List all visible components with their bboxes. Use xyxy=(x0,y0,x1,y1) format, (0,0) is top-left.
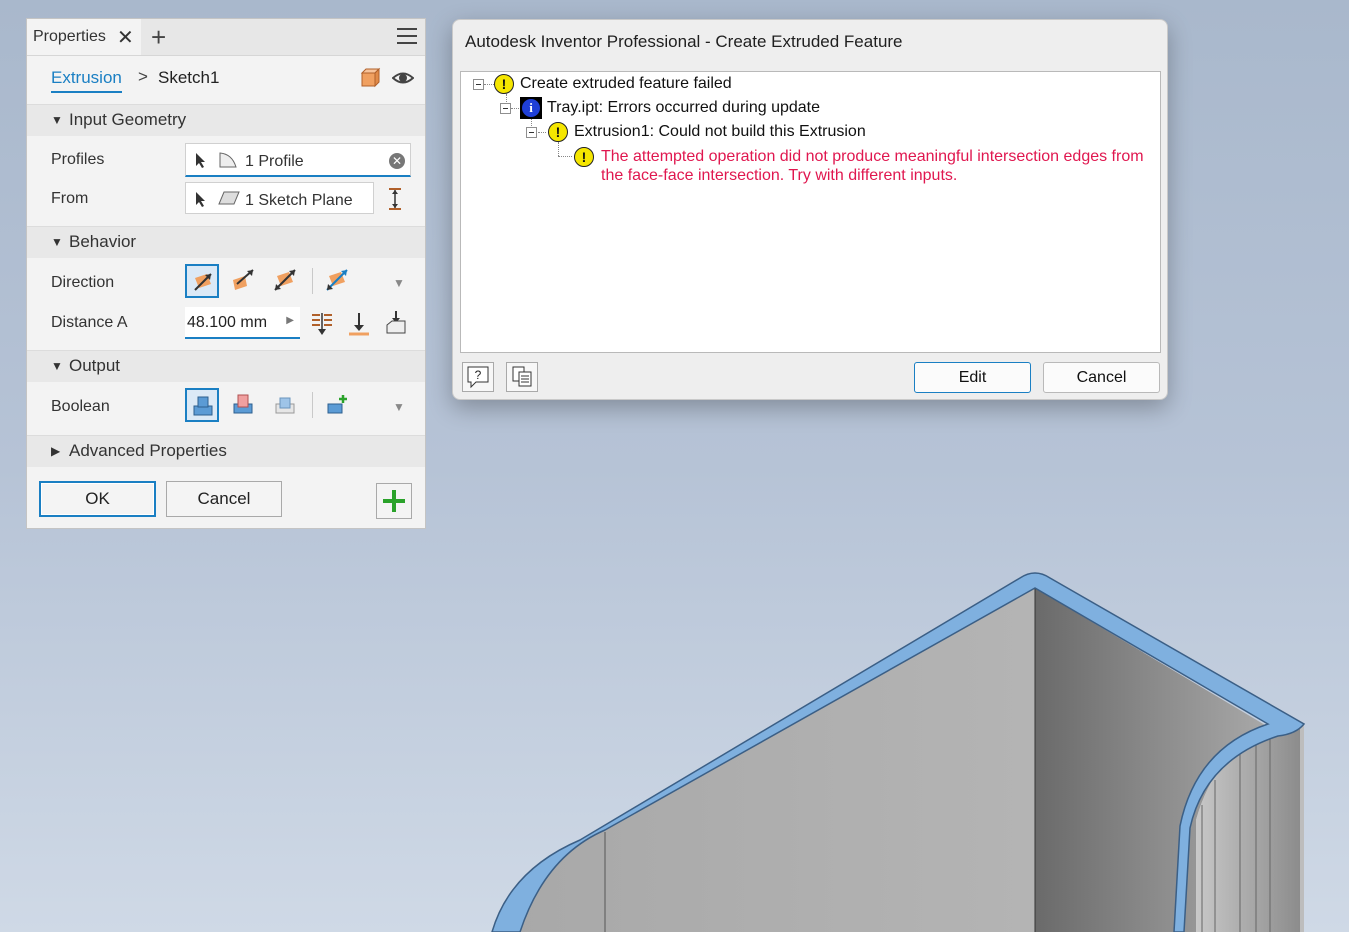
distance-a-input[interactable]: 48.100 mm ▶ xyxy=(185,307,300,339)
direction-default-button[interactable] xyxy=(185,264,219,298)
collapse-toggle-feature[interactable] xyxy=(526,127,537,138)
add-tab-icon[interactable]: + xyxy=(151,22,166,53)
boolean-intersect-button[interactable] xyxy=(269,388,303,422)
profile-icon xyxy=(219,152,237,168)
copy-icon xyxy=(512,366,532,387)
boolean-join-button[interactable] xyxy=(185,388,219,422)
preview-eye-icon[interactable] xyxy=(392,68,414,88)
tree-item-root[interactable]: Create extruded feature failed xyxy=(520,75,732,93)
collapse-toggle-file[interactable] xyxy=(500,103,511,114)
warning-icon: ! xyxy=(548,122,568,142)
from-label: From xyxy=(51,190,89,207)
clear-selection-icon[interactable]: ✕ xyxy=(389,153,405,169)
section-behavior-title: Behavior xyxy=(69,232,137,251)
profiles-selector[interactable]: 1 Profile ✕ xyxy=(185,143,411,177)
breadcrumb-sketch[interactable]: Sketch1 xyxy=(158,68,219,88)
direction-more-dropdown-icon[interactable]: ▼ xyxy=(393,276,405,290)
profiles-label: Profiles xyxy=(51,151,105,168)
distance-a-label: Distance A xyxy=(51,314,128,331)
help-icon: ? xyxy=(467,366,489,389)
toolbar-divider xyxy=(312,392,313,418)
tab-properties[interactable]: Properties ✕ xyxy=(27,19,141,55)
help-button[interactable]: ? xyxy=(462,362,494,392)
direction-flipped-button[interactable] xyxy=(227,264,261,298)
section-input-geometry[interactable]: ▼ Input Geometry xyxy=(27,104,425,136)
boolean-more-dropdown-icon[interactable]: ▼ xyxy=(393,400,405,414)
toolbar-divider xyxy=(312,268,313,294)
to-next-icon[interactable] xyxy=(347,311,371,337)
chevron-down-icon: ▼ xyxy=(51,359,63,373)
collapse-toggle-root[interactable] xyxy=(473,79,484,90)
section-output[interactable]: ▼ Output xyxy=(27,350,425,382)
section-advanced-title: Advanced Properties xyxy=(69,441,227,460)
apply-and-new-button[interactable] xyxy=(376,483,412,519)
hamburger-menu-icon[interactable] xyxy=(397,28,417,46)
error-tree[interactable]: ! Create extruded feature failed i Tray.… xyxy=(460,71,1161,353)
dialog-cancel-button[interactable]: Cancel xyxy=(1043,362,1160,393)
copy-to-clipboard-button[interactable] xyxy=(506,362,538,392)
boolean-new-solid-button[interactable] xyxy=(321,388,355,422)
to-face-icon[interactable] xyxy=(384,309,408,337)
section-input-geometry-title: Input Geometry xyxy=(69,110,187,129)
section-behavior[interactable]: ▼ Behavior xyxy=(27,226,425,258)
boolean-cut-button[interactable] xyxy=(227,388,261,422)
boolean-label: Boolean xyxy=(51,398,110,415)
chevron-down-icon: ▼ xyxy=(51,235,63,249)
profiles-value: 1 Profile xyxy=(245,153,304,170)
direction-symmetric-button[interactable] xyxy=(269,264,303,298)
breadcrumb-separator: > xyxy=(138,67,148,86)
tray-part-model[interactable] xyxy=(491,572,1306,932)
section-advanced-properties[interactable]: ▶ Advanced Properties xyxy=(27,435,425,467)
warning-icon: ! xyxy=(574,147,594,167)
output-solid-icon[interactable] xyxy=(359,67,381,89)
distance-options-arrow-icon[interactable]: ▶ xyxy=(286,315,294,326)
cancel-button[interactable]: Cancel xyxy=(166,481,282,517)
breadcrumb-extrusion-link[interactable]: Extrusion xyxy=(51,68,122,93)
info-icon: i xyxy=(520,97,542,119)
create-extruded-feature-dialog: Autodesk Inventor Professional - Create … xyxy=(452,19,1168,400)
svg-text:?: ? xyxy=(475,368,482,382)
ok-button[interactable]: OK xyxy=(39,481,156,517)
tab-properties-label: Properties xyxy=(33,28,106,45)
select-arrow-icon xyxy=(196,192,205,207)
select-arrow-icon xyxy=(196,153,205,168)
distance-mode-icon[interactable] xyxy=(310,311,334,337)
plus-icon xyxy=(383,490,405,512)
sketch-plane-icon xyxy=(218,191,240,205)
edit-button[interactable]: Edit xyxy=(914,362,1031,393)
from-value: 1 Sketch Plane xyxy=(245,192,353,209)
panel-tab-bar: Properties ✕ + xyxy=(27,19,425,56)
chevron-right-icon: ▶ xyxy=(51,444,61,458)
chevron-down-icon: ▼ xyxy=(51,113,63,127)
tree-item-file[interactable]: Tray.ipt: Errors occurred during update xyxy=(547,99,820,117)
tree-item-feature[interactable]: Extrusion1: Could not build this Extrusi… xyxy=(574,123,866,141)
dialog-title: Autodesk Inventor Professional - Create … xyxy=(465,32,903,51)
distance-a-value: 48.100 mm xyxy=(187,314,268,331)
from-extents-icon[interactable] xyxy=(387,187,403,211)
breadcrumb: Extrusion > Sketch1 xyxy=(27,56,425,100)
tree-item-error-message[interactable]: The attempted operation did not produce … xyxy=(601,147,1161,185)
section-output-title: Output xyxy=(69,356,121,375)
warning-icon: ! xyxy=(494,74,514,94)
from-selector[interactable]: 1 Sketch Plane xyxy=(185,182,374,214)
direction-label: Direction xyxy=(51,274,115,291)
close-icon[interactable]: ✕ xyxy=(117,25,134,50)
properties-panel: Properties ✕ + Extrusion > Sketch1 ▼ Inp… xyxy=(26,18,426,529)
direction-asymmetric-button[interactable] xyxy=(321,264,355,298)
